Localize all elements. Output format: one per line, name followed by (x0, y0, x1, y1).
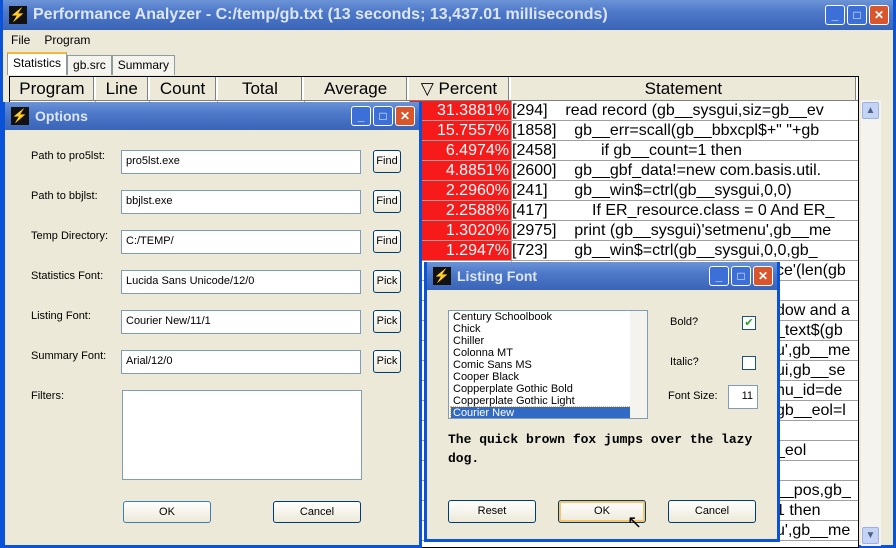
close-button[interactable]: ✕ (753, 266, 773, 286)
field-input[interactable]: pro5lst.exe (121, 150, 361, 174)
maximize-button[interactable]: □ (373, 106, 393, 126)
col-statement[interactable]: Statement (511, 77, 858, 100)
statement-cell: [241] gb__win$=ctrl(gb__sysgui,0,0) (512, 182, 792, 199)
font-cancel-button[interactable]: Cancel (668, 500, 756, 523)
statement-cell: [417] If ER_resource.class = 0 And ER_ (512, 202, 835, 219)
font-preview: The quick brown fox jumps over the lazy … (448, 432, 753, 466)
cancel-button[interactable]: Cancel (273, 501, 361, 523)
percent-cell: 4.8851% (410, 161, 512, 180)
mouse-cursor-icon: ↖ (627, 512, 643, 532)
minimize-button[interactable]: _ (709, 266, 729, 286)
font-list-item[interactable]: Colonna MT (451, 347, 633, 359)
font-list-item[interactable]: Chiller (451, 335, 633, 347)
field-label: Path to pro5lst: (31, 150, 105, 162)
minimize-button[interactable]: _ (351, 106, 371, 126)
find-button[interactable]: Find (373, 190, 401, 213)
percent-cell: 6.4974% (410, 141, 512, 160)
maximize-button[interactable]: □ (731, 266, 751, 286)
close-button[interactable]: ✕ (869, 5, 889, 25)
filters-label: Filters: (31, 390, 64, 402)
tab-gb-src[interactable]: gb.src (67, 55, 112, 75)
italic-checkbox[interactable] (742, 356, 756, 370)
options-dialog: ⚡ Options _ □ ✕ Path to pro5lst: pro5lst.… (2, 102, 422, 548)
field-input[interactable]: bbjlst.exe (121, 190, 361, 214)
font-title: Listing Font (457, 268, 538, 284)
percent-cell: 31.3881% (410, 101, 512, 120)
scroll-up-icon[interactable]: ▲ (862, 102, 879, 119)
filters-input[interactable] (122, 390, 362, 480)
field-input[interactable]: C:/TEMP/ (121, 230, 361, 254)
col-total[interactable]: Total (218, 77, 305, 100)
percent-cell: 1.2947% (410, 241, 512, 260)
app-lightning-icon: ⚡ (11, 107, 29, 125)
menu-file[interactable]: File (11, 33, 30, 47)
tab-bar: Statistics gb.src Summary (7, 52, 176, 75)
tab-summary[interactable]: Summary (111, 55, 176, 75)
find-button[interactable]: Find (373, 230, 401, 253)
minimize-button[interactable]: _ (825, 5, 845, 25)
options-title-bar: ⚡ Options _ □ ✕ (5, 102, 419, 130)
vertical-scrollbar[interactable]: ▲ ▼ (861, 100, 881, 546)
font-list-item[interactable]: Copperplate Gothic Bold (451, 383, 633, 395)
field-input[interactable]: Lucida Sans Unicode/12/0 (121, 270, 361, 294)
menu-program[interactable]: Program (44, 33, 90, 47)
font-list-item[interactable]: Comic Sans MS (451, 359, 633, 371)
field-input[interactable]: Arial/12/0 (121, 350, 361, 374)
close-button[interactable]: ✕ (395, 106, 415, 126)
app-lightning-icon: ⚡ (433, 267, 451, 285)
font-size-input[interactable]: 11 (728, 385, 758, 409)
col-count[interactable]: Count (150, 77, 218, 100)
font-list-item[interactable]: Copperplate Gothic Light (451, 395, 633, 407)
col-percent[interactable]: ▽ Percent (409, 77, 511, 100)
bold-label: Bold? (670, 316, 699, 328)
font-list-item[interactable]: Chick (451, 323, 633, 335)
statement-cell: [723] gb__win$=ctrl(gb__sysgui,0,0,gb_ (512, 242, 818, 259)
statement-cell: [1858] gb__err=scall(gb__bbxcpl$+" "+gb (512, 122, 820, 139)
font-list-item[interactable]: Courier New (450, 406, 634, 418)
font-title-bar: ⚡ Listing Font _ □ ✕ (427, 262, 777, 290)
menu-bar: File Program (3, 30, 893, 50)
statement-cell: [2458] if gb__count=1 then (512, 142, 742, 159)
percent-cell: 15.7557% (410, 121, 512, 140)
find-button[interactable]: Find (373, 150, 401, 173)
bold-checkbox[interactable]: ✔ (742, 316, 756, 330)
font-list-item[interactable]: Cooper Black (451, 371, 633, 383)
options-title: Options (35, 108, 88, 124)
col-program[interactable]: Program (10, 77, 96, 100)
app-lightning-icon: ⚡ (9, 6, 27, 24)
statement-cell: [2975] print (gb__sysgui)'setmenu',gb__m… (512, 222, 832, 239)
window-title: Performance Analyzer - C:/temp/gb.txt (1… (33, 6, 608, 23)
percent-cell: 2.2588% (410, 201, 512, 220)
pick-button[interactable]: Pick (373, 350, 401, 373)
sort-desc-icon: ▽ (420, 79, 434, 98)
font-list[interactable]: Century Schoolbook Chick Chiller Colonna MT… (448, 310, 648, 419)
percent-cell: 2.2960% (410, 181, 512, 200)
field-label: Temp Directory: (31, 230, 109, 242)
reset-button[interactable]: Reset (448, 500, 536, 523)
field-label: Path to bbjlst: (31, 190, 98, 202)
font-list-scrollbar[interactable] (630, 311, 647, 418)
field-label: Listing Font: (31, 310, 91, 322)
col-percent-label: Percent (438, 79, 498, 98)
italic-label: Italic? (670, 356, 699, 368)
tab-statistics[interactable]: Statistics (7, 52, 68, 75)
pick-button[interactable]: Pick (373, 270, 401, 293)
font-list-item[interactable]: Century Schoolbook (451, 311, 633, 323)
col-average[interactable]: Average (304, 77, 410, 100)
ok-button[interactable]: OK (123, 501, 211, 523)
field-label: Summary Font: (31, 350, 107, 362)
maximize-button[interactable]: □ (847, 5, 867, 25)
title-bar: ⚡ Performance Analyzer - C:/temp/gb.txt … (3, 0, 893, 30)
percent-cell: 1.3020% (410, 221, 512, 240)
statement-cell: [294] read record (gb__sysgui,siz=gb__ev (512, 102, 824, 119)
statement-cell: [2600] gb__gbf_data!=new com.basis.util. (512, 162, 822, 179)
field-label: Statistics Font: (31, 270, 104, 282)
col-line[interactable]: Line (96, 77, 150, 100)
font-size-label: Font Size: (668, 390, 718, 402)
scroll-down-icon[interactable]: ▼ (862, 527, 879, 544)
field-input[interactable]: Courier New/11/1 (121, 310, 361, 334)
pick-button[interactable]: Pick (373, 310, 401, 333)
